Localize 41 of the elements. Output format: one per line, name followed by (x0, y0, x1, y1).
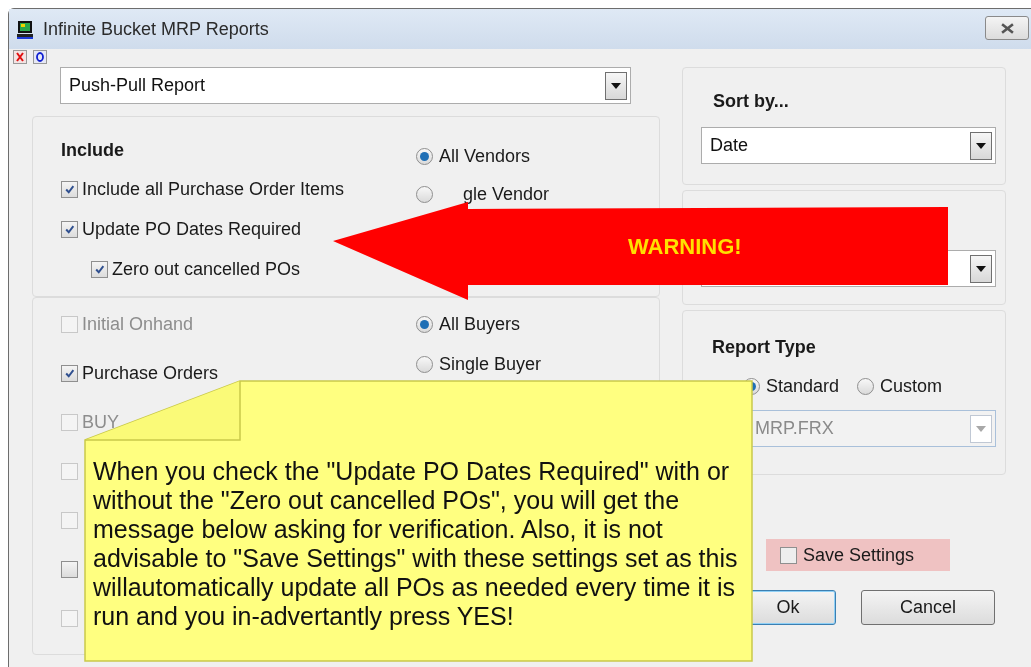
warning-label: WARNING! (628, 233, 742, 261)
radio-button[interactable] (416, 355, 433, 373)
close-button[interactable] (985, 16, 1029, 40)
radio-button[interactable] (416, 147, 433, 165)
radio-label: All Vendors (439, 144, 531, 168)
radio-label: Standard (766, 374, 840, 398)
checkbox[interactable] (61, 560, 78, 578)
checkbox[interactable] (61, 220, 78, 238)
checkbox-label: Update PO Dates Required (82, 217, 302, 241)
checkbox-label: Initial Onhand (82, 312, 194, 336)
checkbox[interactable] (91, 260, 108, 278)
callout-text: When you check the "Update PO Dates Required" with or without the "Zero out cancelled POs", you will get the message below asking for verification. Also, it is not advisable to "Save Settings" with these settings set as this willautomatically update all POs as needed every time it is run and you in-advertantly press YES! (93, 457, 739, 631)
radio-label: gle Vendor (463, 182, 550, 206)
save-settings-checkbox[interactable]: Save Settings (766, 539, 950, 571)
window-title: Infinite Bucket MRP Reports (43, 17, 269, 41)
checkbox[interactable] (61, 180, 78, 198)
radio-button[interactable] (416, 315, 433, 333)
checkbox-label: Purchase Orders (82, 361, 219, 385)
radio-label: Single Buyer (439, 352, 542, 376)
checkmark-icon (94, 263, 105, 275)
app-icon (15, 18, 35, 40)
section-heading: Include (61, 139, 125, 161)
section-heading: Sort by... (713, 90, 790, 112)
checkmark-icon (64, 367, 75, 379)
close-small-icon[interactable] (13, 50, 27, 64)
checkmark-icon (64, 223, 75, 235)
dropdown[interactable]: Push-Pull Report (60, 67, 631, 104)
radio-button[interactable] (416, 185, 433, 203)
checkbox-label: BUY (82, 410, 119, 434)
section-heading: Report Type (712, 336, 817, 358)
dialog-button[interactable]: Cancel (861, 590, 995, 625)
checkbox-label: Zero out cancelled POs (112, 257, 301, 281)
close-icon (1000, 22, 1014, 34)
radio-label: All Buyers (439, 312, 521, 336)
checkbox[interactable] (61, 364, 78, 382)
checkbox-label: Include all Purchase Order Items (82, 177, 345, 201)
checkmark-icon (64, 183, 75, 195)
dropdown[interactable]: Date (701, 127, 996, 164)
radio-label: Custom (880, 374, 943, 398)
circle-small-icon[interactable] (33, 50, 47, 64)
radio-button[interactable] (857, 377, 875, 395)
